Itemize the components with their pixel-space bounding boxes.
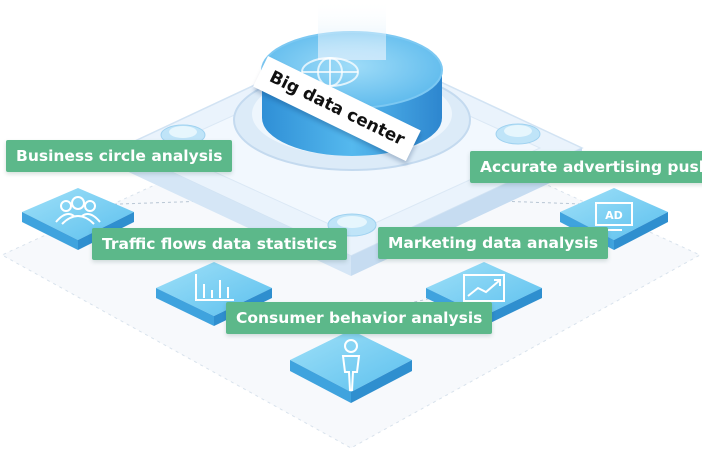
label-consumer-behavior-analysis: Consumer behavior analysis xyxy=(226,302,493,334)
pad-right xyxy=(495,123,541,145)
label-marketing-data-analysis: Marketing data analysis xyxy=(378,227,609,259)
ad-icon-text: AD xyxy=(605,209,623,222)
label-traffic-flows-data-statistics: Traffic flows data statistics xyxy=(92,228,347,260)
diagram-canvas: AD xyxy=(0,0,702,449)
label-accurate-advertising-push: Accurate advertising push xyxy=(470,151,702,183)
light-beam xyxy=(318,0,386,60)
label-business-circle-analysis: Business circle analysis xyxy=(6,140,233,172)
